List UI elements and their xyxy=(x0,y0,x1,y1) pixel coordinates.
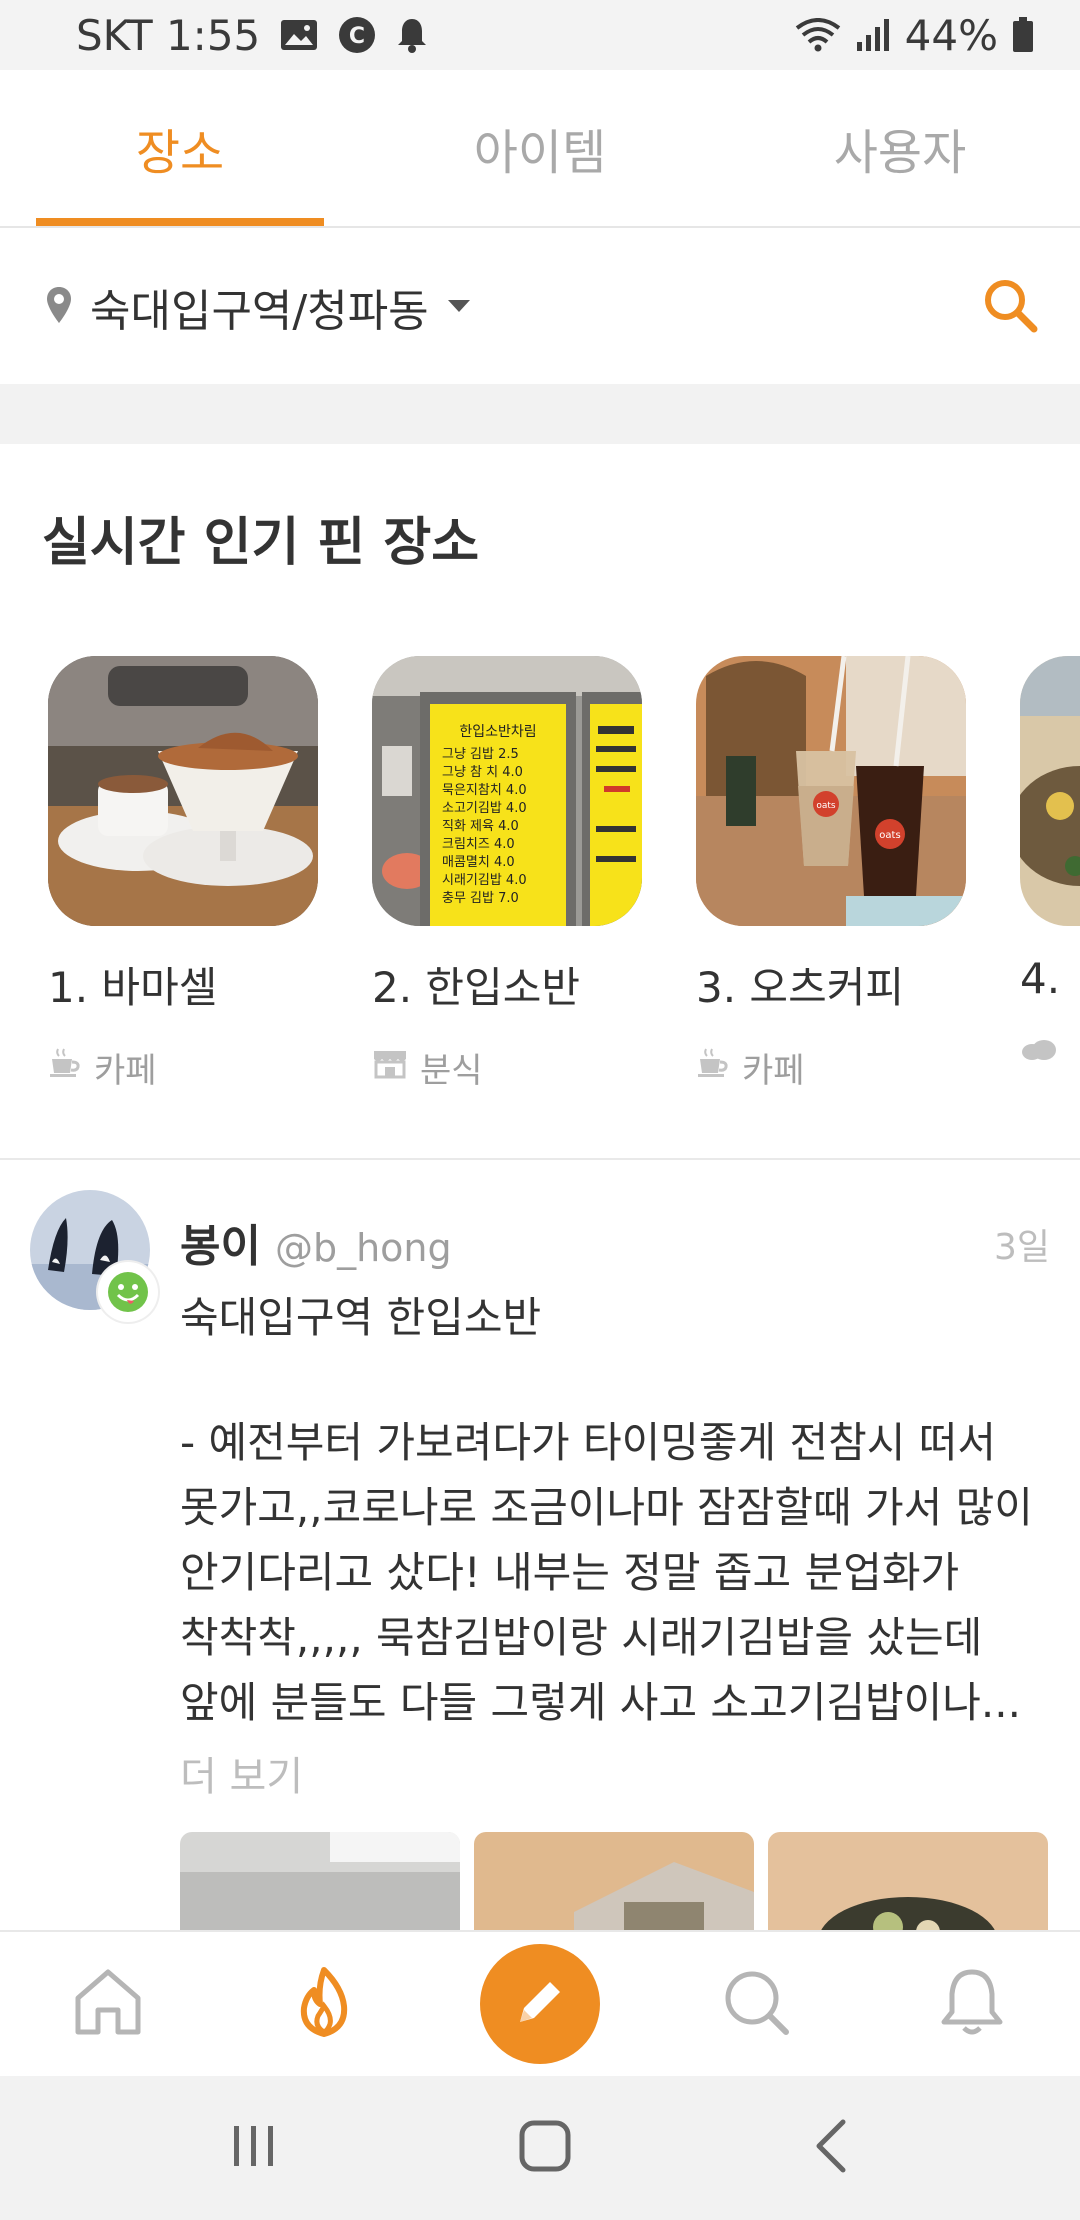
place-category-label: 카페 xyxy=(94,1051,157,1086)
wifi-icon xyxy=(795,18,841,52)
menu-board-item: 크림치즈 4.0 xyxy=(442,837,515,852)
place-name[interactable]: 2. 한입소반 xyxy=(372,954,642,1015)
author-name[interactable]: 봉이 xyxy=(180,1210,261,1274)
bottom-navigation xyxy=(0,1930,1080,2076)
battery-percent: 44% xyxy=(904,10,998,60)
place-card[interactable]: 4. xyxy=(1020,656,1080,1086)
back-button[interactable] xyxy=(811,2118,851,2178)
image-icon xyxy=(280,19,318,51)
post-line: 안기다리고 샀다! 내부는 정말 좁고 분업화가 xyxy=(180,1548,960,1597)
post-line: 앞에 분들도 다들 그렇게 사고 소고기김밥이나... xyxy=(180,1678,1021,1727)
place-category: 카페 xyxy=(696,1043,966,1086)
pencil-icon xyxy=(512,1974,568,2034)
coffee-icon xyxy=(48,1047,82,1086)
place-card[interactable]: 1. 바마셀 카페 xyxy=(48,656,318,1086)
carrier-time: SKT 1:55 xyxy=(76,10,261,60)
menu-board-item: 그냥 참 치 4.0 xyxy=(442,765,523,780)
post-author[interactable]: 봉이 @b_hong xyxy=(180,1210,452,1274)
emoji-badge-icon xyxy=(98,1262,158,1322)
menu-board-item: 매콤멸치 4.0 xyxy=(442,855,515,870)
battery-icon xyxy=(1012,17,1034,53)
menu-board-item: 시래기김밥 4.0 xyxy=(442,873,527,888)
nav-hot[interactable] xyxy=(264,1944,384,2064)
caret-down-icon[interactable] xyxy=(447,298,471,317)
post-line: - 예전부터 가보려다가 타이밍좋게 전참시 떠서 xyxy=(180,1418,997,1467)
post-line: 착착착,,,,, 묵참김밥이랑 시래기김밥을 샀는데 xyxy=(180,1613,983,1662)
cup-logo-label: oats xyxy=(816,801,836,811)
author-handle[interactable]: @b_hong xyxy=(275,1226,452,1270)
place-thumbnail-hanipsoban[interactable]: 한입소반차림 그냥 김밥 2.5 그냥 참 치 4.0 묵은지참치 4.0 소고… xyxy=(372,656,642,926)
place-name[interactable]: 3. 오츠커피 xyxy=(696,954,966,1015)
place-category-label: 분식 xyxy=(420,1051,483,1086)
menu-board-item: 충무 김밥 7.0 xyxy=(442,891,519,906)
section-title: 실시간 인기 핀 장소 xyxy=(42,513,480,573)
popular-places-carousel[interactable]: 1. 바마셀 카페 한입소반차림 그냥 김밥 2.5 그냥 참 치 4.0 묵은… xyxy=(48,656,1080,1086)
tab-items[interactable]: 아이템 xyxy=(360,70,720,226)
menu-board-item: 직화 제육 4.0 xyxy=(442,819,519,834)
svg-text:C: C xyxy=(349,24,365,49)
home-icon xyxy=(72,1968,144,2040)
place-thumbnail-4[interactable] xyxy=(1020,656,1080,926)
bell-outline-icon xyxy=(940,1966,1004,2042)
tab-places[interactable]: 장소 xyxy=(0,70,360,226)
post-images[interactable] xyxy=(180,1832,1050,1932)
store-icon xyxy=(372,1047,408,1086)
menu-board-item: 소고기김밥 4.0 xyxy=(442,801,527,816)
nav-search[interactable] xyxy=(696,1944,816,2064)
see-more-link[interactable]: 더 보기 xyxy=(180,1744,303,1802)
system-navigation-bar xyxy=(0,2076,1080,2220)
recent-apps-button[interactable] xyxy=(229,2121,279,2175)
place-thumbnail-bamasel[interactable] xyxy=(48,656,318,926)
place-category: 분식 xyxy=(372,1043,642,1086)
place-card[interactable]: oats oats 3. 오츠커피 카페 xyxy=(696,656,966,1086)
nav-notifications[interactable] xyxy=(912,1944,1032,2064)
search-button[interactable] xyxy=(982,277,1038,337)
place-category xyxy=(1020,1031,1080,1071)
place-name[interactable]: 1. 바마셀 xyxy=(48,954,318,1015)
post-body: - 예전부터 가보려다가 타이밍좋게 전참시 떠서 못가고,,코로나로 조금이나… xyxy=(180,1410,1050,1735)
tab-users[interactable]: 사용자 xyxy=(720,70,1080,226)
place-name[interactable]: 4. xyxy=(1020,954,1080,1003)
menu-board-title: 한입소반차림 xyxy=(459,724,536,740)
flame-icon xyxy=(292,1966,356,2042)
place-category: 카페 xyxy=(48,1043,318,1086)
location-pin-icon xyxy=(46,286,72,328)
post-line: 못가고,,코로나로 조금이나마 잠잠할때 가서 많이 xyxy=(180,1483,1033,1532)
location-bar: 숙대입구역/청파동 xyxy=(0,230,1080,384)
feed-divider xyxy=(0,1158,1080,1160)
post-time: 3일 xyxy=(993,1227,1050,1268)
post-image[interactable] xyxy=(768,1832,1048,1932)
cloud-icon xyxy=(1020,1031,1058,1071)
section-separator xyxy=(0,384,1080,444)
post-image[interactable] xyxy=(474,1832,754,1932)
active-tab-indicator xyxy=(36,218,324,226)
c-icon: C xyxy=(338,16,376,54)
nav-home[interactable] xyxy=(48,1944,168,2064)
search-icon xyxy=(722,1968,790,2040)
place-thumbnail-oatscoffee[interactable]: oats oats xyxy=(696,656,966,926)
cup-logo-label: oats xyxy=(879,830,900,841)
place-card[interactable]: 한입소반차림 그냥 김밥 2.5 그냥 참 치 4.0 묵은지참치 4.0 소고… xyxy=(372,656,642,1086)
bell-icon xyxy=(396,17,428,53)
post-place[interactable]: 숙대입구역 한입소반 xyxy=(180,1284,541,1345)
write-button[interactable] xyxy=(480,1944,600,2064)
menu-board-item: 묵은지참치 4.0 xyxy=(442,783,527,798)
category-tabs: 장소 아이템 사용자 xyxy=(0,70,1080,228)
post-image[interactable] xyxy=(180,1832,460,1932)
coffee-icon xyxy=(696,1047,730,1086)
place-category-label: 카페 xyxy=(742,1051,805,1086)
signal-icon xyxy=(855,18,891,52)
home-button[interactable] xyxy=(517,2118,573,2178)
menu-board-item: 그냥 김밥 2.5 xyxy=(442,747,519,762)
status-bar: SKT 1:55 C 44% xyxy=(0,0,1080,70)
location-selector[interactable]: 숙대입구역/청파동 xyxy=(90,275,429,339)
